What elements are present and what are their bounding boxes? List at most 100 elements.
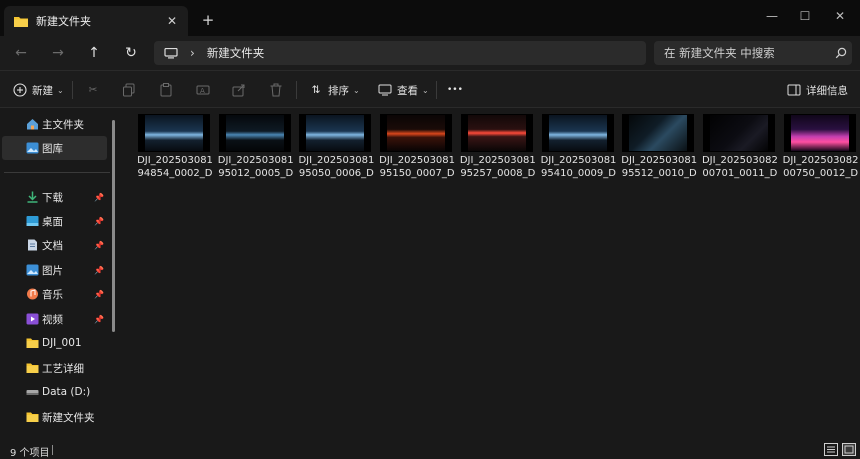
new-tab-button[interactable]: + [199, 11, 217, 29]
sidebar-item-label: 文档 [42, 239, 63, 252]
svg-text:A: A [200, 87, 205, 95]
file-list: DJI_20250308194854_0002_D DJI_20250308195… [121, 108, 860, 441]
file-item[interactable]: DJI_20250308195012_0005_D [217, 114, 295, 190]
sidebar-item-label: DJI_001 [42, 337, 82, 349]
sidebar-item-documents[interactable]: 文档 📌 [0, 233, 107, 257]
folder-icon [26, 363, 39, 373]
file-item[interactable]: DJI_20250308195512_0010_D [620, 114, 698, 190]
view-icon [378, 84, 392, 96]
video-thumbnail [460, 114, 533, 152]
chevron-down-icon: ⌄ [57, 85, 64, 95]
file-name: DJI_20250308195410_0009_D [540, 155, 617, 179]
command-bar: 新建 ⌄ ✂ A ⇅ 排序 ⌄ 查看 ⌄ ••• 详细信息 [0, 70, 860, 108]
sidebar-item-data-drive[interactable]: Data (D:) [0, 380, 107, 404]
thumbnail-image [145, 115, 203, 151]
paste-icon [160, 83, 172, 97]
film-strip-icon [703, 114, 708, 152]
forward-button[interactable]: → [47, 42, 69, 64]
status-divider [52, 445, 53, 455]
sidebar-item-downloads[interactable]: 下载 📌 [0, 185, 107, 209]
view-label: 查看 [397, 84, 418, 97]
file-item[interactable]: DJI_20250308200701_0011_D [701, 114, 779, 190]
navigation-pane: 主文件夹 图库 下载 📌 桌面 📌 文档 📌 图片 📌 音乐 📌 视频 📌 DJ… [0, 108, 120, 441]
file-item[interactable]: DJI_20250308195410_0009_D [540, 114, 618, 190]
cut-button[interactable]: ✂ [86, 79, 105, 101]
tab-close-icon[interactable]: ✕ [162, 14, 182, 28]
file-item[interactable]: DJI_20250308200750_0012_D [782, 114, 860, 190]
sidebar-item-label: 音乐 [42, 288, 63, 301]
document-icon [28, 239, 37, 251]
details-pane-button[interactable]: 详细信息 [787, 79, 848, 101]
sidebar-item-videos[interactable]: 视频 📌 [0, 307, 107, 331]
sort-icon: ⇅ [311, 84, 321, 96]
share-button[interactable] [232, 79, 251, 101]
sidebar-item-dji-001[interactable]: DJI_001 [0, 331, 107, 355]
download-icon [27, 191, 38, 203]
home-icon [27, 119, 38, 130]
file-name: DJI_20250308195150_0007_D [379, 155, 456, 179]
up-button[interactable]: ↑ [83, 42, 105, 64]
sidebar-scrollbar[interactable] [112, 120, 115, 332]
film-strip-icon [286, 114, 291, 152]
file-item[interactable]: DJI_20250308195050_0006_D [297, 114, 375, 190]
refresh-button[interactable]: ↻ [120, 42, 142, 64]
more-options-button[interactable]: ••• [447, 79, 463, 101]
new-button[interactable]: 新建 ⌄ [13, 79, 64, 101]
share-icon [232, 84, 245, 97]
sidebar-item-pictures[interactable]: 图片 📌 [0, 258, 107, 282]
pin-icon: 📌 [94, 314, 104, 324]
film-strip-icon [138, 114, 143, 152]
video-thumbnail [299, 114, 372, 152]
details-label: 详细信息 [806, 84, 848, 97]
close-window-button[interactable]: ✕ [820, 6, 860, 26]
chevron-down-icon: ⌄ [422, 85, 429, 95]
file-name: DJI_20250308195012_0005_D [217, 155, 294, 179]
sidebar-item-craft-details[interactable]: 工艺详细 [0, 356, 107, 380]
large-icons-view-icon[interactable] [842, 443, 856, 456]
toolbar-divider [296, 81, 297, 99]
sort-button[interactable]: ⇅ 排序 ⌄ [309, 79, 360, 101]
sidebar-item-new-folder[interactable]: 新建文件夹 [0, 405, 107, 429]
film-strip-icon [689, 114, 694, 152]
film-strip-icon [380, 114, 385, 152]
view-button[interactable]: 查看 ⌄ [378, 79, 429, 101]
film-strip-icon [770, 114, 775, 152]
file-item[interactable]: DJI_20250308194854_0002_D [136, 114, 214, 190]
delete-button[interactable] [269, 79, 288, 101]
sort-label: 排序 [328, 84, 349, 97]
file-item[interactable]: DJI_20250308195150_0007_D [378, 114, 456, 190]
paste-button[interactable] [159, 79, 178, 101]
tab-current-folder[interactable]: 新建文件夹 ✕ [4, 6, 188, 36]
pin-icon: 📌 [94, 192, 104, 202]
search-icon[interactable] [830, 47, 852, 59]
address-bar[interactable]: › 新建文件夹 [154, 41, 646, 65]
rename-button[interactable]: A [196, 79, 215, 101]
file-name: DJI_20250308194854_0002_D [137, 155, 213, 179]
copy-button[interactable] [122, 79, 141, 101]
sidebar-item-label: 新建文件夹 [42, 411, 95, 424]
film-strip-icon [219, 114, 224, 152]
back-button[interactable]: ← [10, 42, 32, 64]
sidebar-item-music[interactable]: 音乐 📌 [0, 282, 107, 306]
add-icon [13, 83, 27, 97]
cut-icon: ✂ [88, 84, 98, 96]
pictures-icon [26, 264, 39, 276]
breadcrumb[interactable]: 新建文件夹 [207, 45, 265, 61]
file-name: DJI_20250308195257_0008_D [459, 155, 536, 179]
sidebar-item-home[interactable]: 主文件夹 [0, 112, 107, 136]
search-input[interactable]: 在 新建文件夹 中搜索 [664, 45, 830, 61]
trash-icon [270, 83, 282, 97]
item-count: 9 个项目 [10, 448, 50, 459]
file-name: DJI_20250308200750_0012_D [782, 155, 859, 179]
maximize-button[interactable]: ☐ [785, 6, 825, 26]
sidebar-item-label: 视频 [42, 313, 63, 326]
search-box[interactable]: 在 新建文件夹 中搜索 [654, 41, 852, 65]
file-item[interactable]: DJI_20250308195257_0008_D [459, 114, 537, 190]
address-row: ← → ↑ ↻ › 新建文件夹 在 新建文件夹 中搜索 [0, 36, 860, 70]
folder-icon [26, 412, 39, 422]
sidebar-item-gallery[interactable]: 图库 [2, 136, 107, 160]
sidebar-item-desktop[interactable]: 桌面 📌 [0, 209, 107, 233]
details-view-icon[interactable] [824, 443, 838, 456]
film-strip-icon [528, 114, 533, 152]
music-icon [27, 288, 38, 300]
